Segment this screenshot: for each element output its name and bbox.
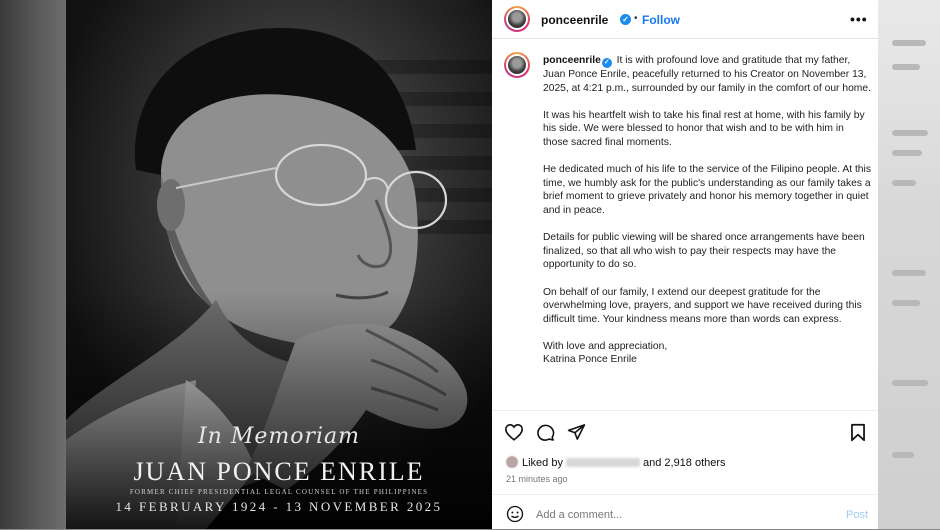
verified-icon: ✓ bbox=[601, 58, 612, 68]
caption-paragraph: ponceenrile ✓ It is with profound love an… bbox=[543, 54, 871, 95]
likes-count[interactable]: and 2,918 others bbox=[643, 457, 726, 469]
post-comment-button[interactable]: Post bbox=[846, 509, 868, 521]
avatar-photo bbox=[508, 56, 526, 74]
blur-line bbox=[892, 40, 926, 46]
blur-line bbox=[892, 380, 928, 386]
avatar[interactable] bbox=[504, 6, 530, 32]
post-header: ponceenrile ✓ • Follow ••• bbox=[492, 0, 878, 39]
comment-bar: Add a comment... Post bbox=[492, 494, 878, 530]
post-panel: ponceenrile ✓ • Follow ••• ponceenrile ✓ … bbox=[492, 0, 878, 529]
post-image[interactable]: In Memoriam JUAN PONCE ENRILE FORMER CHI… bbox=[66, 0, 492, 529]
memoriam-dates: 14 FEBRUARY 1924 - 13 NOVEMBER 2025 bbox=[115, 499, 443, 514]
caption-paragraph: On behalf of our family, I extend our de… bbox=[543, 286, 862, 325]
blurred-liker-username bbox=[565, 458, 640, 467]
caption-avatar[interactable] bbox=[504, 52, 530, 78]
emoji-icon[interactable] bbox=[506, 505, 524, 523]
likes-summary[interactable]: Liked by and 2,918 others bbox=[506, 456, 726, 469]
caption-signoff: With love and appreciation, bbox=[543, 340, 668, 352]
caption-paragraph: It was his heartfelt wish to take his fi… bbox=[543, 109, 865, 148]
background-blur-left bbox=[0, 0, 66, 529]
blur-line bbox=[892, 150, 922, 156]
bookmark-icon[interactable] bbox=[850, 423, 866, 442]
blur-line bbox=[892, 180, 916, 186]
header-username[interactable]: ponceenrile bbox=[541, 13, 608, 27]
blur-line bbox=[892, 452, 914, 458]
caption-username[interactable]: ponceenrile bbox=[543, 55, 601, 66]
comment-icon[interactable] bbox=[536, 423, 555, 442]
comment-input[interactable]: Add a comment... bbox=[536, 509, 622, 521]
caption-paragraph: Details for public viewing will be share… bbox=[543, 232, 865, 271]
background-blur-right bbox=[878, 0, 940, 529]
blur-line bbox=[892, 64, 920, 70]
avatar-photo bbox=[508, 10, 526, 28]
verified-icon: ✓ bbox=[620, 14, 631, 25]
memoriam-script-title: In Memoriam bbox=[197, 424, 361, 449]
liker-avatar bbox=[506, 456, 518, 468]
caption-area: ponceenrile ✓ It is with profound love an… bbox=[492, 40, 878, 410]
caption-paragraph: He dedicated much of his life to the ser… bbox=[543, 164, 871, 216]
likes-prefix: Liked by bbox=[522, 457, 563, 469]
share-icon[interactable] bbox=[567, 423, 586, 441]
caption-text: ponceenrile ✓ It is with profound love an… bbox=[543, 54, 871, 367]
memoriam-name: JUAN PONCE ENRILE bbox=[133, 457, 425, 486]
blur-line bbox=[892, 130, 928, 136]
separator-dot: • bbox=[634, 13, 638, 24]
caption-signature: Katrina Ponce Enrile bbox=[543, 354, 637, 366]
blur-line bbox=[892, 270, 926, 276]
follow-button[interactable]: Follow bbox=[642, 13, 680, 27]
post-timestamp[interactable]: 21 minutes ago bbox=[506, 474, 568, 484]
portrait-illustration bbox=[66, 0, 492, 529]
heart-icon[interactable] bbox=[504, 423, 524, 441]
memoriam-role: FORMER CHIEF PRESIDENTIAL LEGAL COUNSEL … bbox=[129, 488, 429, 496]
blur-line bbox=[892, 300, 920, 306]
action-bar: Liked by and 2,918 others 21 minutes ago bbox=[492, 410, 878, 491]
more-options-icon[interactable]: ••• bbox=[850, 11, 868, 27]
